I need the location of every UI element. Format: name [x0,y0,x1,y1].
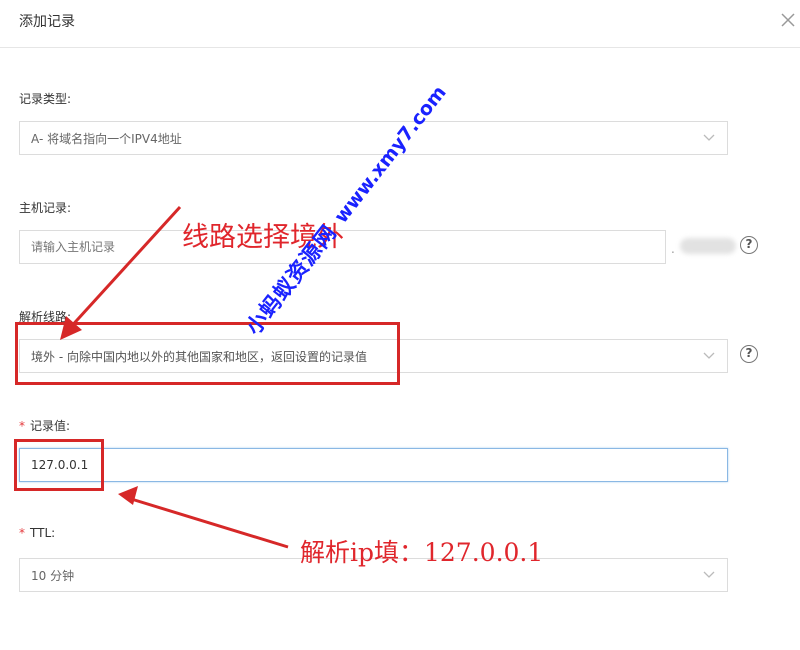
arrow-to-value [118,486,289,549]
record-type-value: A- 将域名指向一个IPV4地址 [31,131,182,146]
domain-suffix-dot: . [671,242,675,256]
ttl-value: 10 分钟 [31,568,75,583]
ip-annotation: 解析ip填：127.0.0.1 [300,538,544,567]
value-highlight-box [14,439,104,491]
required-mark: * [19,419,25,433]
required-mark: * [19,526,25,540]
watermark: 小蚂蚁资源网www.xmy7.com [238,78,452,340]
help-circle-icon[interactable]: ? [740,345,758,363]
record-value-input[interactable]: 127.0.0.1 [19,448,728,482]
close-icon[interactable] [778,10,798,30]
chevron-down-icon [703,134,715,141]
record-value-label-text: 记录值: [30,419,71,433]
arrow-to-line [60,205,182,340]
chevron-down-icon [703,352,715,359]
dialog-header: 添加记录 [0,0,800,48]
chevron-down-icon [703,571,715,578]
line-highlight-box [15,322,400,385]
record-value-label: * 记录值: [19,417,70,434]
ttl-label: * TTL: [19,526,55,540]
record-type-label: 记录类型: [19,92,72,106]
dialog-title: 添加记录 [19,14,75,30]
host-record-label: 主机记录: [19,201,72,215]
domain-suffix-redacted [680,238,736,254]
ttl-label-text: TTL: [30,526,56,540]
help-circle-icon[interactable]: ? [740,236,758,254]
